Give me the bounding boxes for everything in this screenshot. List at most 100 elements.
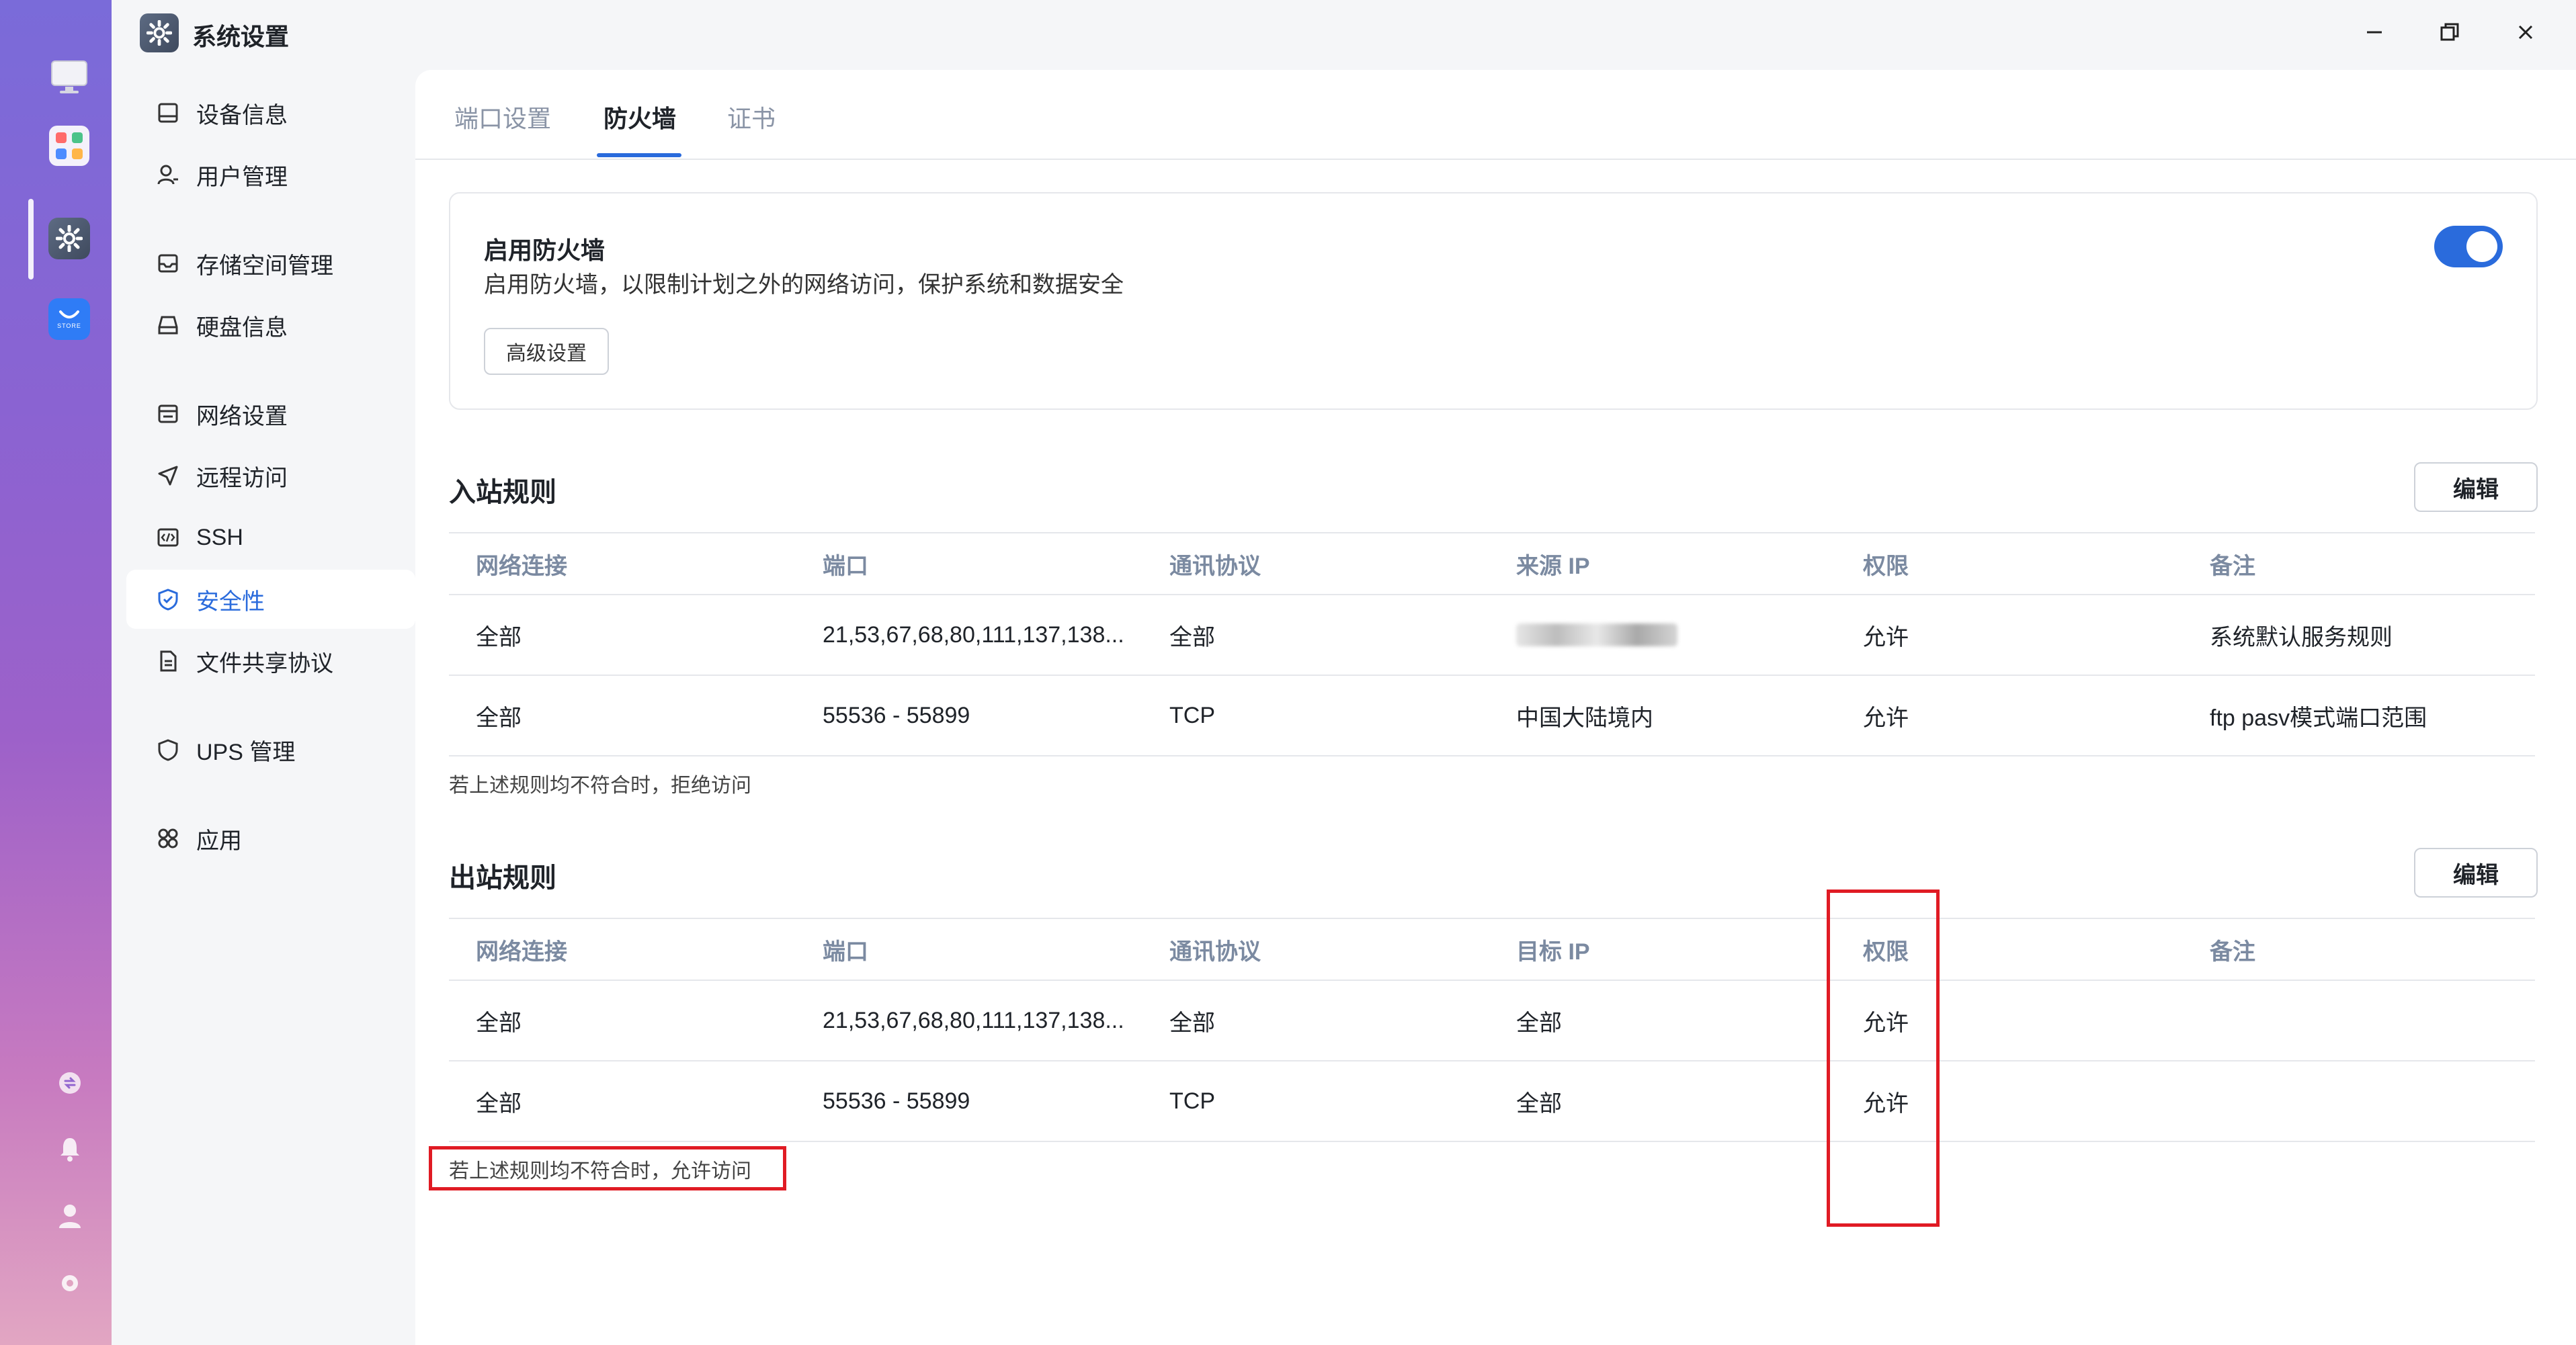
settings-icon[interactable]	[48, 218, 90, 259]
settings-sidebar: 设备信息 用户管理 存储空间管理 硬盘信息 网络设置 远程访问 SSH 安全性 …	[112, 69, 415, 1345]
storage-icon	[155, 250, 181, 277]
cell-network: 全部	[476, 705, 522, 731]
cell-network: 全部	[476, 624, 522, 650]
sidebar-item-network[interactable]: 网络设置	[126, 384, 415, 443]
network-icon	[155, 400, 181, 427]
cell-target-ip: 全部	[1516, 1090, 1562, 1117]
user-icon	[155, 161, 181, 188]
device-icon	[155, 99, 181, 126]
cell-protocol: 全部	[1169, 1010, 1215, 1036]
cell-permission: 允许	[1863, 624, 1909, 650]
cell-port: 21,53,67,68,80,111,137,138...	[823, 1007, 1124, 1033]
tab-port-settings[interactable]: 端口设置	[454, 99, 551, 134]
send-icon	[155, 462, 181, 489]
table-header: 网络连接 端口 通讯协议 来源 IP 权限 备注	[449, 533, 2535, 595]
firewall-title: 启用防火墙	[484, 236, 606, 264]
table-row[interactable]: 全部 21,53,67,68,80,111,137,138... 全部 全部 允…	[449, 981, 2535, 1061]
sidebar-item-apps[interactable]: 应用	[126, 809, 415, 868]
sidebar-item-device-info[interactable]: 设备信息	[126, 83, 415, 142]
sidebar-item-label: 远程访问	[196, 465, 288, 491]
cell-target-ip: 全部	[1516, 1010, 1562, 1036]
sidebar-item-label: 文件共享协议	[196, 650, 333, 677]
table-row[interactable]: 全部 55536 - 55899 TCP 中国大陆境内 允许 ftp pasv模…	[449, 676, 2535, 756]
sidebar-item-label: SSH	[196, 524, 243, 550]
highlight-permission-column	[1827, 890, 1940, 1227]
tab-firewall[interactable]: 防火墙	[604, 99, 676, 134]
shield-icon	[155, 586, 181, 613]
cell-network: 全部	[476, 1010, 522, 1036]
sidebar-item-ssh[interactable]: SSH	[126, 508, 415, 567]
outbound-rules-table: 网络连接 端口 通讯协议 目标 IP 权限 备注 全部 21,53,67,68,…	[449, 918, 2535, 1142]
window-title: 系统设置	[192, 23, 290, 50]
redacted-ip	[1516, 623, 1677, 646]
tab-bar: 端口设置 防火墙 证书	[415, 70, 2576, 160]
store-label: STORE	[57, 322, 81, 329]
table-row[interactable]: 全部 55536 - 55899 TCP 全部 允许	[449, 1061, 2535, 1142]
ups-shield-icon	[155, 736, 181, 763]
header-protocol: 通讯协议	[1169, 939, 1261, 965]
highlight-outbound-footnote	[429, 1146, 786, 1190]
cell-permission: 允许	[1863, 705, 1909, 731]
sidebar-item-disk-info[interactable]: 硬盘信息	[126, 296, 415, 355]
main-content: 端口设置 防火墙 证书 启用防火墙 启用防火墙，以限制计划之外的网络访问，保护系…	[415, 70, 2576, 1345]
table-row[interactable]: 全部 21,53,67,68,80,111,137,138... 全部 允许 系…	[449, 595, 2535, 676]
user-icon[interactable]	[55, 1201, 85, 1231]
cell-protocol: TCP	[1169, 1088, 1215, 1114]
close-button[interactable]	[2505, 15, 2546, 50]
sidebar-item-remote-access[interactable]: 远程访问	[126, 446, 415, 505]
cell-remark: 系统默认服务规则	[2210, 624, 2393, 650]
header-permission: 权限	[1863, 553, 1909, 579]
active-tab-indicator	[597, 153, 681, 157]
advanced-settings-button[interactable]: 高级设置	[484, 328, 609, 375]
sidebar-item-ups[interactable]: UPS 管理	[126, 720, 415, 779]
title-bar: 系统设置	[112, 0, 2576, 69]
tab-certificate[interactable]: 证书	[727, 99, 776, 134]
cell-source-ip: 中国大陆境内	[1516, 705, 1653, 731]
maximize-button[interactable]	[2429, 15, 2470, 50]
header-port: 端口	[823, 939, 868, 965]
inbound-edit-button[interactable]: 编辑	[2414, 462, 2538, 512]
cell-network: 全部	[476, 1090, 522, 1117]
inbound-rules-title: 入站规则	[449, 478, 556, 507]
bell-icon[interactable]	[55, 1134, 85, 1164]
sidebar-item-label: 安全性	[196, 589, 265, 615]
sidebar-item-label: 网络设置	[196, 403, 288, 429]
app-dock: STORE	[0, 0, 112, 1345]
sidebar-item-label: 设备信息	[196, 102, 288, 128]
cell-protocol: TCP	[1169, 702, 1215, 728]
outbound-rules-title: 出站规则	[449, 863, 556, 893]
monitor-icon[interactable]	[48, 56, 90, 98]
sidebar-item-storage[interactable]: 存储空间管理	[126, 234, 415, 293]
outbound-edit-button[interactable]: 编辑	[2414, 848, 2538, 898]
cell-port: 21,53,67,68,80,111,137,138...	[823, 621, 1124, 648]
sync-icon[interactable]	[55, 1068, 85, 1098]
cell-source-ip-redacted	[1516, 595, 1677, 675]
sidebar-item-user-management[interactable]: 用户管理	[126, 145, 415, 204]
apps-icon	[155, 825, 181, 852]
inbound-footnote: 若上述规则均不符合时，拒绝访问	[449, 775, 751, 797]
sidebar-item-security[interactable]: 安全性	[126, 570, 415, 629]
dock-active-indicator	[28, 199, 34, 279]
cell-port: 55536 - 55899	[823, 702, 970, 728]
header-target-ip: 目标 IP	[1516, 939, 1590, 965]
disk-icon	[155, 312, 181, 339]
header-network: 网络连接	[476, 939, 567, 965]
inbound-rules-table: 网络连接 端口 通讯协议 来源 IP 权限 备注 全部 21,53,67,68,…	[449, 532, 2535, 756]
sidebar-item-label: 硬盘信息	[196, 314, 288, 341]
desktop: STORE 系统设置 设备信息 用户管理 存储空间管理 硬盘信息 网络设置 远程…	[0, 0, 2576, 1345]
settings-small-icon[interactable]	[55, 1268, 85, 1298]
sidebar-item-file-sharing[interactable]: 文件共享协议	[126, 632, 415, 691]
apps-grid-icon[interactable]	[48, 125, 90, 167]
header-network: 网络连接	[476, 553, 567, 579]
firewall-toggle[interactable]	[2434, 226, 2503, 267]
header-port: 端口	[823, 553, 868, 579]
file-icon	[155, 648, 181, 675]
firewall-description: 启用防火墙，以限制计划之外的网络访问，保护系统和数据安全	[484, 272, 1124, 298]
sidebar-item-label: UPS 管理	[196, 739, 296, 765]
store-icon[interactable]: STORE	[48, 298, 90, 340]
minimize-button[interactable]	[2354, 15, 2395, 50]
header-remark: 备注	[2210, 553, 2255, 579]
sidebar-item-label: 应用	[196, 828, 242, 854]
sidebar-item-label: 用户管理	[196, 164, 288, 190]
table-header: 网络连接 端口 通讯协议 目标 IP 权限 备注	[449, 919, 2535, 981]
